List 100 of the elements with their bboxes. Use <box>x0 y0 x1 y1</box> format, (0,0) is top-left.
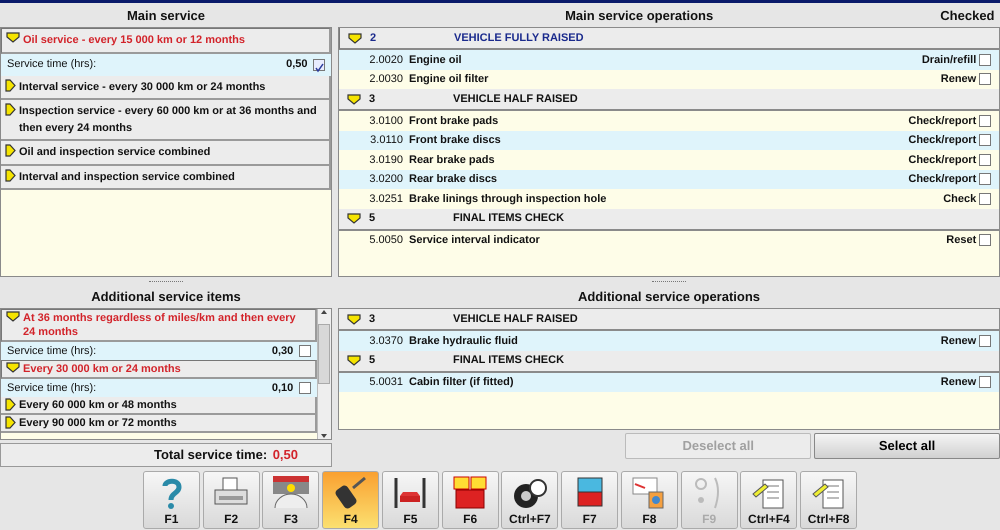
operation-row[interactable]: 3.0110 Front brake discs Check/report <box>339 130 999 150</box>
group-number: 2 <box>369 30 378 46</box>
group-row[interactable]: 3 VEHICLE HALF RAISED <box>339 309 999 331</box>
arrow-right-icon <box>5 144 16 157</box>
toolbar-button[interactable]: F2 <box>202 470 260 529</box>
check-icon <box>314 62 324 73</box>
service-time-label: Service time (hrs): <box>7 380 98 396</box>
operation-row[interactable]: 5.0050 Service interval indicator Reset <box>339 230 999 250</box>
checkbox[interactable] <box>298 382 311 394</box>
checkbox[interactable] <box>979 192 991 205</box>
operation-name: Engine oil <box>409 52 463 68</box>
service-item[interactable]: Oil and inspection service combined <box>1 141 331 166</box>
toolbar-button[interactable]: F4 <box>322 470 380 529</box>
service-time-label: Service time (hrs): <box>7 344 98 359</box>
scroll-up-icon <box>320 309 328 315</box>
checkbox[interactable] <box>979 114 991 127</box>
operation-row[interactable]: 3.0200 Rear brake discs Check/report <box>339 170 999 189</box>
panel-title: Additional service operations <box>576 288 762 306</box>
service-time-value: 0,50 <box>286 57 308 72</box>
operation-row[interactable]: 2.0020 Engine oil Drain/refill <box>339 50 999 70</box>
operation-name: Rear brake discs <box>409 172 498 187</box>
service-item[interactable]: Inspection service - every 60 000 km or at 36 months and then every 24 months <box>1 100 331 141</box>
checkbox[interactable] <box>979 54 991 66</box>
arrow-right-icon <box>5 103 16 116</box>
service-label: Interval service - every 30 000 km or 24 months <box>19 80 266 94</box>
column-heading: Checked <box>940 7 996 25</box>
toolbar-button[interactable]: Ctrl+F7 <box>501 470 558 529</box>
operation-code: 3.0200 <box>368 172 404 187</box>
service-label: Every 90 000 km or 72 months <box>19 416 177 430</box>
operation-name: Brake linings through inspection hole <box>409 192 608 206</box>
service-item[interactable]: Oil service - every 15 000 km or 12 months <box>1 28 331 54</box>
checkbox[interactable] <box>298 345 311 357</box>
group-title: VEHICLE FULLY RAISED <box>454 30 584 46</box>
service-item[interactable]: At 36 months regardless of miles/km and then every 24 months <box>1 309 317 342</box>
group-number: 5 <box>368 211 376 226</box>
scrollbar[interactable] <box>316 309 331 439</box>
operation-code: 3.0370 <box>368 334 404 348</box>
operation-row[interactable]: 3.0251 Brake linings through inspection hole Check <box>339 189 999 208</box>
toolbar-button[interactable]: Ctrl+F4 <box>740 470 798 529</box>
group-row[interactable]: 3 VEHICLE HALF RAISED <box>339 89 999 111</box>
checkbox[interactable] <box>979 73 991 86</box>
service-label: Every 60 000 km or 48 months <box>19 398 177 412</box>
key-label: Ctrl+F8 <box>808 510 850 528</box>
checkbox[interactable] <box>979 334 991 347</box>
service-item[interactable]: Interval and inspection service combined <box>1 166 331 190</box>
service-time-value: 0,10 <box>272 380 294 396</box>
checkbox[interactable] <box>979 134 991 146</box>
group-number: 3 <box>368 312 376 327</box>
service-item[interactable]: Every 60 000 km or 48 months <box>1 397 317 415</box>
scroll-down-icon <box>320 433 328 439</box>
operation-name: Front brake discs <box>409 133 502 148</box>
checkbox[interactable] <box>979 173 991 186</box>
group-row[interactable]: 5 FINAL ITEMS CHECK <box>339 208 999 230</box>
toolbar-button[interactable]: F5 <box>382 470 439 529</box>
toolbar-button[interactable]: Ctrl+F8 <box>800 470 858 529</box>
group-row[interactable]: 5 FINAL ITEMS CHECK <box>339 350 999 372</box>
operation-action: Check/report <box>908 114 976 128</box>
toolbar-button[interactable]: F6 <box>442 470 499 529</box>
service-item[interactable]: Interval service - every 30 000 km or 24 months <box>1 76 331 100</box>
service-label: Oil and inspection service combined <box>19 145 210 160</box>
service-item[interactable]: Every 90 000 km or 72 months <box>1 415 317 433</box>
checkbox[interactable] <box>979 376 991 388</box>
operation-row[interactable]: 3.0100 Front brake pads Check/report <box>339 111 999 130</box>
operation-action: Reset <box>946 233 976 248</box>
operation-code: 2.0020 <box>368 52 404 68</box>
operation-name: Front brake pads <box>409 114 500 128</box>
operation-code: 5.0031 <box>368 375 404 390</box>
checkbox[interactable] <box>979 154 991 166</box>
toolbar-button[interactable]: F1 <box>142 470 200 529</box>
operation-row[interactable]: 3.0190 Rear brake pads Check/report <box>339 150 999 170</box>
checkbox[interactable] <box>979 234 991 246</box>
group-row[interactable]: 2 VEHICLE FULLY RAISED <box>339 28 999 50</box>
operation-action: Check/report <box>908 152 976 168</box>
operation-code: 3.0110 <box>369 133 404 148</box>
toolbar-button[interactable]: F3 <box>262 470 320 529</box>
key-label: F8 <box>642 510 656 528</box>
service-item[interactable]: Every 30 000 km or 24 months <box>1 360 317 379</box>
service-time-value: 0,30 <box>272 344 294 359</box>
operation-code: 5.0050 <box>368 233 404 248</box>
splitter-handle[interactable] <box>652 281 686 284</box>
key-label: F7 <box>582 510 597 528</box>
key-label: F2 <box>224 510 238 528</box>
operation-action: Renew <box>940 334 976 348</box>
key-label: F6 <box>463 510 478 528</box>
key-label: Ctrl+F4 <box>748 510 790 528</box>
operation-row[interactable]: 5.0031 Cabin filter (if fitted) Renew <box>339 372 999 392</box>
arrow-right-icon <box>5 398 16 411</box>
operation-code: 3.0251 <box>368 192 404 206</box>
toolbar-button[interactable]: F8 <box>620 470 678 529</box>
select-button[interactable]: Select all <box>814 432 1000 459</box>
toolbar-button[interactable]: F7 <box>561 470 618 529</box>
key-label: F3 <box>284 510 298 528</box>
service-label: Inspection service - every 60 000 km or at 36 months and then every 24 months <box>19 104 318 136</box>
splitter-handle[interactable] <box>149 281 183 284</box>
operation-row[interactable]: 2.0030 Engine oil filter Renew <box>339 70 999 89</box>
key-label: F1 <box>164 510 178 528</box>
checkbox[interactable] <box>313 58 325 70</box>
operation-action: Renew <box>940 72 976 87</box>
operation-row[interactable]: 3.0370 Brake hydraulic fluid Renew <box>339 331 999 350</box>
service-label: Oil service - every 15 000 km or 12 months <box>23 33 245 48</box>
